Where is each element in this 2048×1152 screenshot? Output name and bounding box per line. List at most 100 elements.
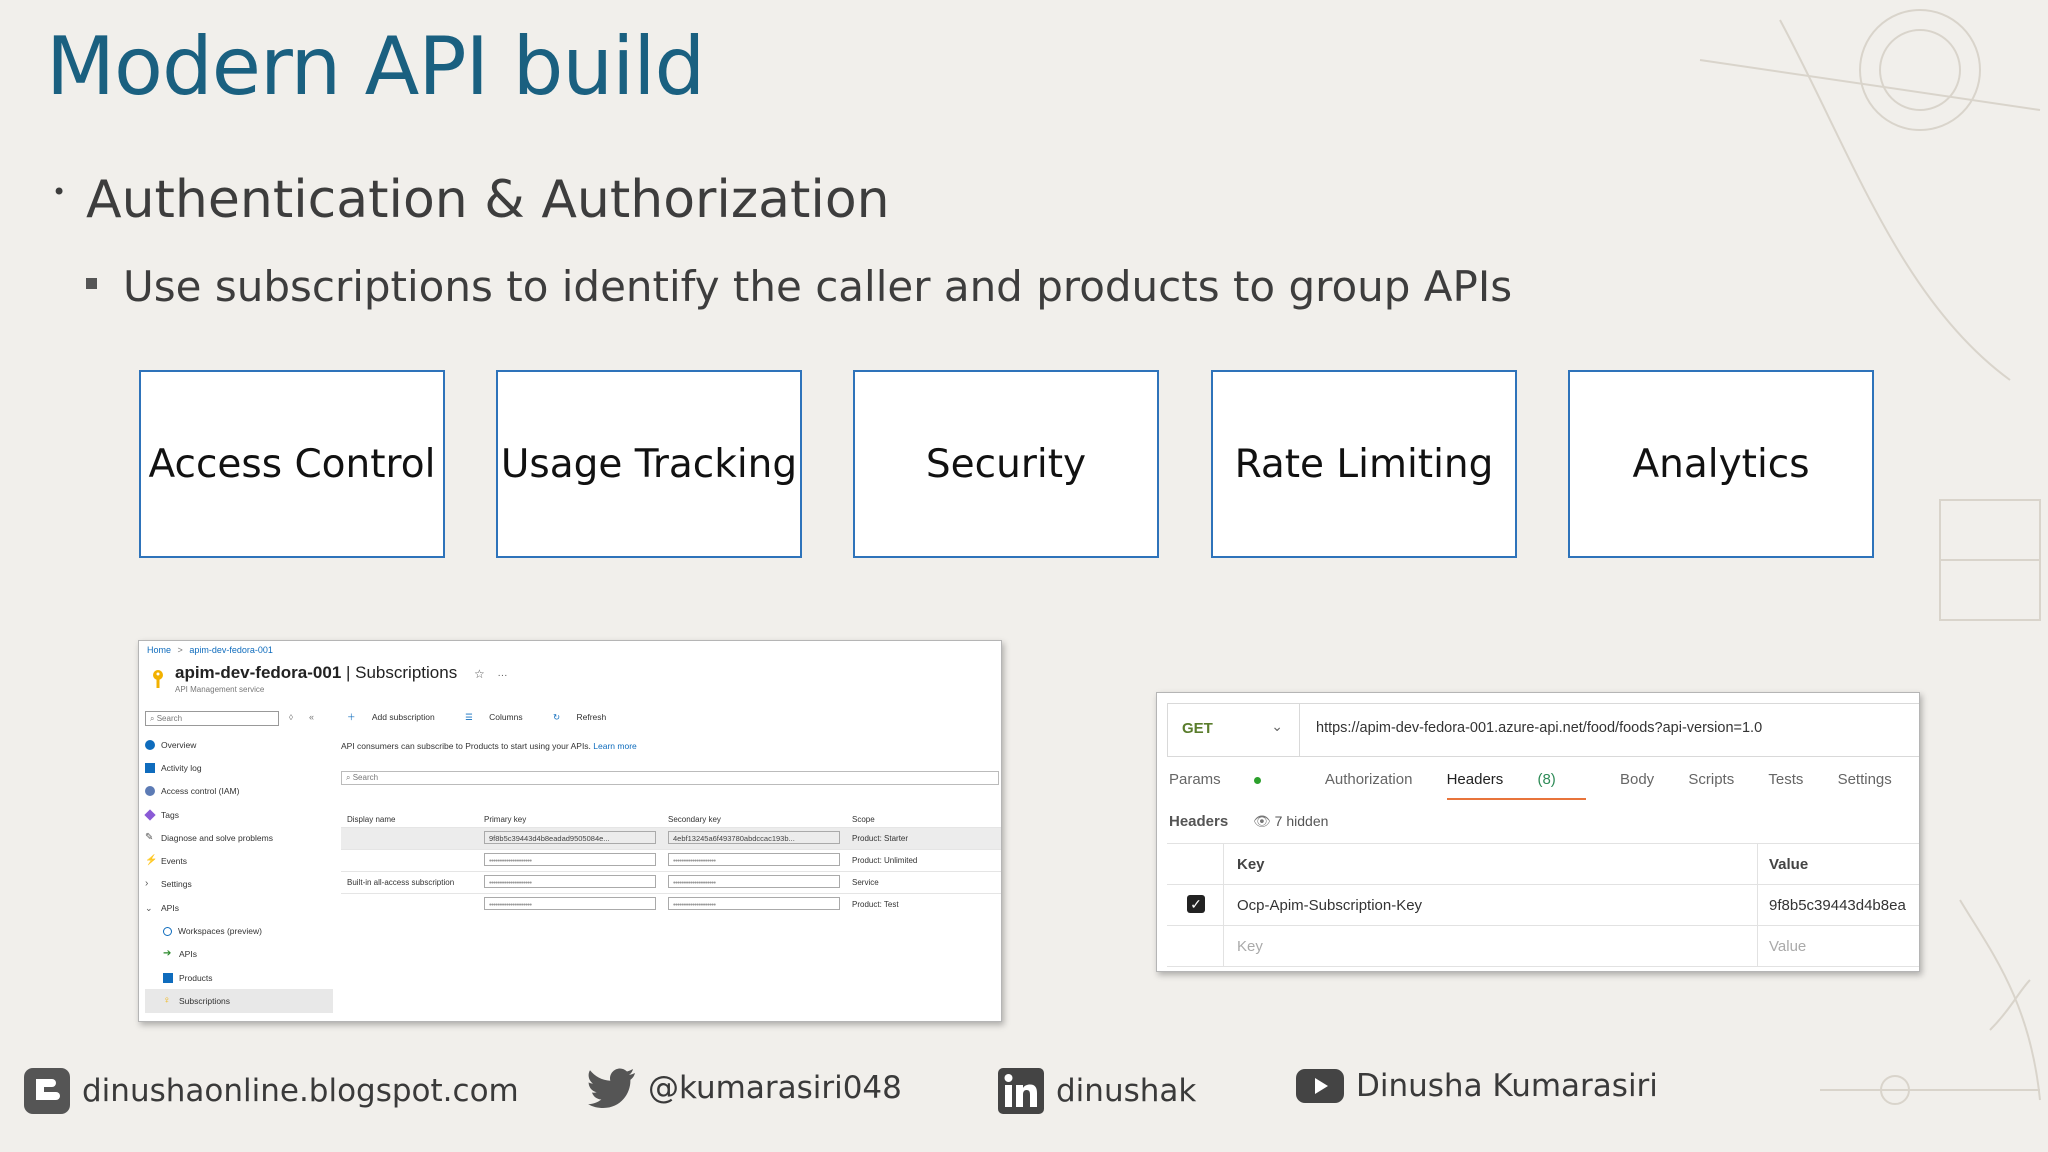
headers-table: Key Value ✓ Ocp-Apim-Subscription-Key 9f…	[1167, 843, 1919, 967]
more-icon[interactable]: ···	[497, 670, 507, 681]
linkedin-handle: dinushak	[1056, 1073, 1197, 1109]
sidebar-item-label: Workspaces (preview)	[178, 926, 262, 937]
tab-params[interactable]: Params	[1169, 771, 1291, 788]
blogger-icon	[24, 1068, 70, 1114]
sidebar-item-label: Overview	[161, 739, 197, 750]
log-icon	[145, 762, 155, 773]
info-text-body: API consumers can subscribe to Products …	[341, 741, 591, 751]
footer-linkedin: dinushak	[998, 1068, 1196, 1114]
secondary-key-field[interactable]: ••••••••••••••••••••	[668, 875, 840, 888]
secondary-key-field[interactable]: ••••••••••••••••••••	[668, 853, 840, 866]
search-icon: ⌕	[346, 773, 353, 782]
sidebar-item-settings[interactable]: › Settings	[145, 873, 333, 896]
primary-key-field[interactable]: ••••••••••••••••••••	[484, 897, 656, 910]
header-enabled-checkbox[interactable]: ✓	[1187, 895, 1205, 913]
column-header[interactable]: Display name	[341, 811, 478, 828]
collapse-icon[interactable]: «	[309, 712, 314, 722]
info-text: API consumers can subscribe to Products …	[341, 741, 637, 751]
table-row[interactable]: 9f8b5c39443d4b8eadad9505084e... 4ebf1324…	[341, 827, 1001, 850]
sidebar-item-activity-log[interactable]: Activity log	[145, 756, 333, 779]
sidebar-item-subscriptions[interactable]: ♀ Subscriptions	[145, 989, 333, 1013]
table-row[interactable]: Built-in all-access subscription •••••••…	[341, 871, 1001, 894]
tab-authorization[interactable]: Authorization	[1325, 771, 1413, 788]
learn-more-link[interactable]: Learn more	[593, 741, 636, 751]
method-select[interactable]: GET ⌄	[1168, 704, 1300, 756]
secondary-key-field[interactable]: 4ebf13245a6f493780abdccac193b...	[668, 831, 840, 844]
sidebar-item-overview[interactable]: Overview	[145, 733, 333, 756]
sidebar-item-label: Settings	[161, 879, 192, 890]
chevron-right-icon: ›	[145, 878, 149, 890]
arrow-icon: ➔	[163, 948, 172, 960]
header-value-cell[interactable]: 9f8b5c39443d4b8ea	[1769, 897, 1906, 914]
tab-headers[interactable]: Headers (8)	[1446, 771, 1586, 800]
primary-key-field[interactable]: ••••••••••••••••••••	[484, 875, 656, 888]
add-subscription-label: Add subscription	[371, 712, 435, 722]
table-row[interactable]: •••••••••••••••••••• •••••••••••••••••••…	[341, 849, 1001, 872]
sidebar-item-apis[interactable]: ➔ APIs	[145, 943, 333, 966]
feature-box-usage-tracking: Usage Tracking	[496, 370, 802, 558]
toolbar: ＋ Add subscription ☰ Columns ↻ Refresh	[347, 711, 634, 723]
tag-icon	[144, 808, 156, 821]
status-dot-icon	[1253, 776, 1261, 784]
sidebar-item-tags[interactable]: Tags	[144, 803, 333, 826]
sidebar-item-workspaces[interactable]: Workspaces (preview)	[145, 919, 333, 942]
tab-tests[interactable]: Tests	[1768, 771, 1803, 788]
eye-icon: 👁	[1253, 813, 1275, 829]
twitter-icon	[588, 1068, 635, 1108]
header-key-cell[interactable]: Ocp-Apim-Subscription-Key	[1237, 897, 1422, 914]
columns-button[interactable]: ☰ Columns	[465, 712, 537, 722]
settings-toggle-icon[interactable]: ◊	[289, 713, 293, 722]
table-header: Display name Primary key Secondary key S…	[341, 811, 1001, 828]
request-bar: GET ⌄ https://apim-dev-fedora-001.azure-…	[1167, 703, 1919, 757]
sidebar-item-label: Subscriptions	[179, 995, 231, 1006]
grid-search-input[interactable]: ⌕ Search	[341, 771, 999, 785]
sidebar-item-label: Products	[179, 972, 213, 983]
primary-key-field[interactable]: ••••••••••••••••••••	[484, 853, 656, 866]
column-header[interactable]: Secondary key	[662, 811, 846, 828]
hidden-headers-toggle[interactable]: 👁 7 hidden	[1253, 813, 1328, 830]
column-header[interactable]: Scope	[846, 811, 1001, 828]
key-icon: ♀	[163, 994, 171, 1006]
favorite-star-icon[interactable]: ☆	[474, 667, 485, 681]
feature-box-rate-limiting: Rate Limiting	[1211, 370, 1517, 558]
chevron-down-icon: ⌄	[145, 902, 153, 913]
breadcrumb-home[interactable]: Home	[147, 645, 171, 655]
tab-settings[interactable]: Settings	[1838, 771, 1892, 788]
breadcrumb-resource[interactable]: apim-dev-fedora-001	[189, 645, 273, 655]
resource-name: apim-dev-fedora-001	[175, 663, 342, 682]
feature-box-access-control: Access Control	[139, 370, 445, 558]
tab-scripts[interactable]: Scripts	[1688, 771, 1734, 788]
sidebar-search-input[interactable]: ⌕ Search	[145, 711, 279, 726]
primary-key-field[interactable]: 9f8b5c39443d4b8eadad9505084e...	[484, 831, 656, 844]
table-row-new: Key Value	[1167, 926, 1919, 967]
product-icon	[163, 972, 173, 983]
sidebar-item-label: Access control (IAM)	[161, 786, 240, 797]
sidebar-item-products[interactable]: Products	[145, 966, 333, 989]
sidebar-item-events[interactable]: ⚡ Events	[145, 849, 333, 872]
bolt-icon: ⚡	[145, 855, 158, 867]
grid-search-placeholder: Search	[352, 773, 379, 782]
refresh-button[interactable]: ↻ Refresh	[553, 712, 620, 722]
sidebar-item-diagnose[interactable]: ✎ Diagnose and solve problems	[145, 826, 333, 849]
table-row[interactable]: •••••••••••••••••••• •••••••••••••••••••…	[341, 893, 1001, 915]
columns-label: Columns	[489, 712, 523, 722]
people-icon	[145, 786, 155, 797]
sidebar-item-label: Events	[161, 856, 187, 867]
secondary-key-field[interactable]: ••••••••••••••••••••	[668, 897, 840, 910]
bullet-level2: Use subscriptions to identify the caller…	[86, 262, 1512, 311]
add-subscription-button[interactable]: ＋ Add subscription	[347, 712, 449, 722]
tab-body[interactable]: Body	[1620, 771, 1654, 788]
azure-portal-screenshot: Home > apim-dev-fedora-001 apim-dev-fedo…	[138, 640, 1002, 1022]
cloud-icon	[145, 739, 155, 750]
column-header[interactable]: Primary key	[478, 811, 662, 828]
workspace-icon	[163, 926, 172, 936]
display-name-cell	[341, 849, 478, 872]
new-value-input[interactable]: Value	[1769, 938, 1806, 955]
new-key-input[interactable]: Key	[1237, 938, 1263, 955]
sidebar-item-apis-group[interactable]: ⌄ APIs	[145, 896, 333, 919]
sidebar-item-iam[interactable]: Access control (IAM)	[145, 780, 333, 803]
url-input[interactable]: https://apim-dev-fedora-001.azure-api.ne…	[1316, 720, 1762, 736]
feature-box-analytics: Analytics	[1568, 370, 1874, 558]
breadcrumb-separator: >	[177, 645, 183, 655]
refresh-label: Refresh	[576, 712, 607, 722]
